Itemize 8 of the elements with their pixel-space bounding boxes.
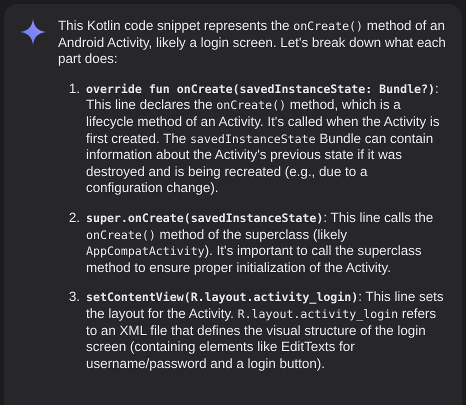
intro-paragraph: This Kotlin code snippet represents the onCreate() method of an Android Activity, likely a login screen. Let's break down what each part does: [58, 18, 446, 68]
list-item-text: super.onCreate(savedInstanceState): This line calls the onCreate() method of the superclass (likely AppCompatActivity). It's important to call the superclass method to ensure proper initialization of the Activity. [86, 210, 434, 276]
list-item-text: override fun onCreate(savedInstanceState: Bundle?): This line declares the onCreate() method, which is a lifecycle method of an Activity. It's called when the Activity is first created. The savedInstanceState Bundle can contain information about the Activity's previous state if it was destroyed and is being recreated (e.g., due to a configuration change). [86, 80, 441, 197]
sparkle-icon [20, 19, 46, 45]
list-number: 3. [68, 289, 81, 306]
list-number: 2. [68, 210, 81, 227]
list-number: 1. [68, 80, 81, 98]
list-item-text: setContentView(R.layout.activity_login): This line sets the layout for the Activity. R.layout.activity_login refers to an XML file that defines the visual structure of the login screen (containing elements like EditTexts for username/password and a login button). [86, 289, 445, 372]
